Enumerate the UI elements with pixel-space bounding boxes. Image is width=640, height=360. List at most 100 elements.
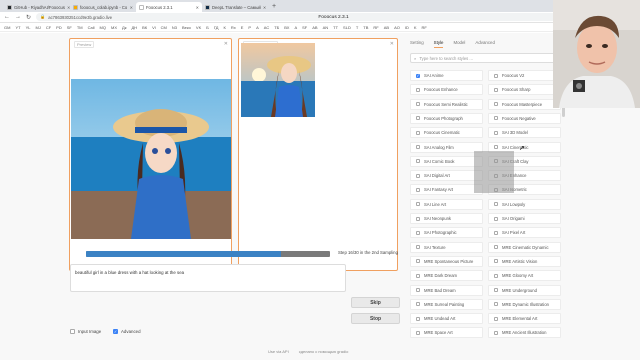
style-option[interactable]: SAI Pixel Art (488, 227, 561, 239)
bookmark-item[interactable]: SLD (343, 25, 351, 30)
style-option[interactable]: Fooocus Sharp (488, 84, 561, 96)
style-option[interactable]: SAI 3D Model (488, 127, 561, 139)
style-option[interactable]: MRE Surreal Painting (410, 298, 483, 310)
style-checkbox[interactable] (494, 130, 498, 135)
bookmark-item[interactable]: TM (77, 25, 83, 30)
input-image-toggle[interactable]: Input Image (70, 329, 101, 334)
style-option[interactable]: MRE Undead Art (410, 313, 483, 325)
style-checkbox[interactable] (494, 202, 498, 207)
bookmark-item[interactable]: ГД (214, 25, 219, 30)
style-option[interactable]: MRE Gloomy Art (488, 270, 561, 282)
style-checkbox[interactable] (494, 330, 498, 335)
bookmark-item[interactable]: CM (161, 25, 167, 30)
style-option[interactable]: SAI Analog Film (410, 141, 483, 153)
style-checkbox[interactable] (416, 173, 420, 178)
style-option[interactable]: SAI Neonpunk (410, 213, 483, 224)
style-checkbox[interactable] (416, 216, 420, 221)
style-option[interactable]: MRE Cinematic Dynamic (488, 241, 561, 253)
advanced-checkbox[interactable]: ✓ (113, 329, 118, 334)
bookmark-item[interactable]: А (256, 25, 259, 30)
bookmark-item[interactable]: N3 (172, 25, 177, 30)
style-checkbox[interactable] (416, 259, 420, 264)
finished-image-thumbnail[interactable] (241, 43, 315, 117)
style-checkbox[interactable] (416, 102, 420, 107)
style-search-input[interactable]: ⌕ Type here to search styles ... (410, 53, 562, 63)
reload-icon[interactable]: ↻ (26, 14, 31, 21)
style-checkbox[interactable] (416, 288, 420, 292)
browser-tab[interactable]: Fooocus 2.3.1 ✕ (136, 2, 202, 12)
style-checkbox[interactable] (494, 145, 498, 149)
style-option[interactable]: SAI Fantasy Art (410, 184, 483, 196)
bookmark-item[interactable]: ID (405, 25, 409, 30)
style-checkbox[interactable] (494, 316, 498, 321)
style-checkbox[interactable] (494, 302, 498, 307)
bookmark-item[interactable]: A (294, 25, 297, 30)
bookmark-item[interactable]: Е (241, 25, 244, 30)
style-option[interactable]: MRE Ancient Illustration (488, 327, 561, 339)
bookmark-item[interactable]: CF (46, 25, 51, 30)
bookmark-item[interactable]: RF (422, 25, 427, 30)
style-checkbox[interactable] (416, 245, 420, 250)
tab-close-icon[interactable]: ✕ (263, 5, 266, 10)
bookmark-item[interactable]: YT (15, 25, 20, 30)
style-option[interactable]: MRE Elemental Art (488, 313, 561, 325)
bookmark-item[interactable]: TB (363, 25, 368, 30)
bookmark-item[interactable]: AO (394, 25, 400, 30)
style-checkbox[interactable] (494, 245, 498, 250)
bookmark-item[interactable]: AB (312, 25, 317, 30)
style-checkbox[interactable] (494, 259, 498, 264)
style-option[interactable]: SAI Line Art (410, 198, 483, 210)
style-checkbox[interactable] (494, 87, 498, 92)
back-icon[interactable]: ← (4, 14, 10, 20)
bookmark-item[interactable]: Веко (182, 25, 191, 30)
bookmark-item[interactable]: VK (196, 25, 201, 30)
settings-tab[interactable]: Setting (410, 40, 424, 48)
style-checkbox[interactable] (494, 230, 498, 235)
style-option[interactable]: ✓ SAI Anime (410, 70, 483, 81)
style-checkbox[interactable] (416, 130, 420, 135)
bookmark-item[interactable]: T (356, 25, 358, 30)
settings-tab[interactable]: Style (433, 40, 444, 48)
style-option[interactable]: Fooocus V2 (488, 70, 561, 81)
close-icon[interactable]: ✕ (224, 41, 228, 47)
style-checkbox[interactable] (416, 273, 420, 278)
style-checkbox[interactable] (416, 145, 420, 149)
style-checkbox[interactable] (494, 73, 498, 78)
bookmark-item[interactable]: PD (56, 25, 62, 30)
style-option[interactable]: SAI Origami (488, 213, 561, 224)
bookmark-item[interactable]: SF (67, 25, 72, 30)
bookmark-item[interactable]: Дк (122, 25, 126, 30)
bookmark-item[interactable]: MX (111, 25, 117, 30)
bookmark-item[interactable]: MJ (35, 25, 40, 30)
style-checkbox[interactable] (494, 102, 498, 107)
bookmark-item[interactable]: Б (206, 25, 209, 30)
style-option[interactable]: MRE Underground (488, 284, 561, 296)
prompt-input[interactable]: beautiful girl in a blue dress with a ha… (70, 264, 346, 292)
style-checkbox[interactable]: ✓ (416, 73, 420, 78)
bookmark-item[interactable]: Rx (231, 25, 236, 30)
tab-close-icon[interactable]: ✕ (130, 5, 133, 10)
bookmark-item[interactable]: Call (88, 25, 95, 30)
style-checkbox[interactable] (416, 330, 420, 335)
style-option[interactable]: MRE Spontaneous Picture (410, 255, 483, 267)
bookmark-item[interactable]: GM (4, 25, 10, 30)
style-option[interactable]: Fooocus Enhance (410, 84, 483, 96)
style-checkbox[interactable] (416, 202, 420, 207)
stop-button[interactable]: Stop (351, 313, 400, 324)
forward-icon[interactable]: → (15, 14, 21, 20)
style-option[interactable]: MRE Artistic Vision (488, 255, 561, 267)
bookmark-item[interactable]: AB (384, 25, 389, 30)
style-option[interactable]: SAI Texture (410, 241, 483, 253)
style-checkbox[interactable] (416, 87, 420, 92)
style-option[interactable]: Fooocus Cinematic (410, 127, 483, 139)
bookmark-item[interactable]: АС (264, 25, 269, 30)
advanced-toggle[interactable]: ✓ Advanced (113, 329, 141, 334)
style-checkbox[interactable] (494, 116, 498, 121)
bookmark-item[interactable]: ВК (142, 25, 147, 30)
bookmark-item[interactable]: Vl (152, 25, 156, 30)
browser-tab[interactable]: GitHub - RiyadhAI/Fooocus ✕ (4, 2, 70, 12)
style-checkbox[interactable] (494, 288, 498, 292)
api-link[interactable]: Use via API (268, 349, 289, 354)
input-image-checkbox[interactable] (70, 329, 75, 334)
browser-tab[interactable]: fooocus_colab.ipynb - Co ✕ (70, 2, 136, 12)
